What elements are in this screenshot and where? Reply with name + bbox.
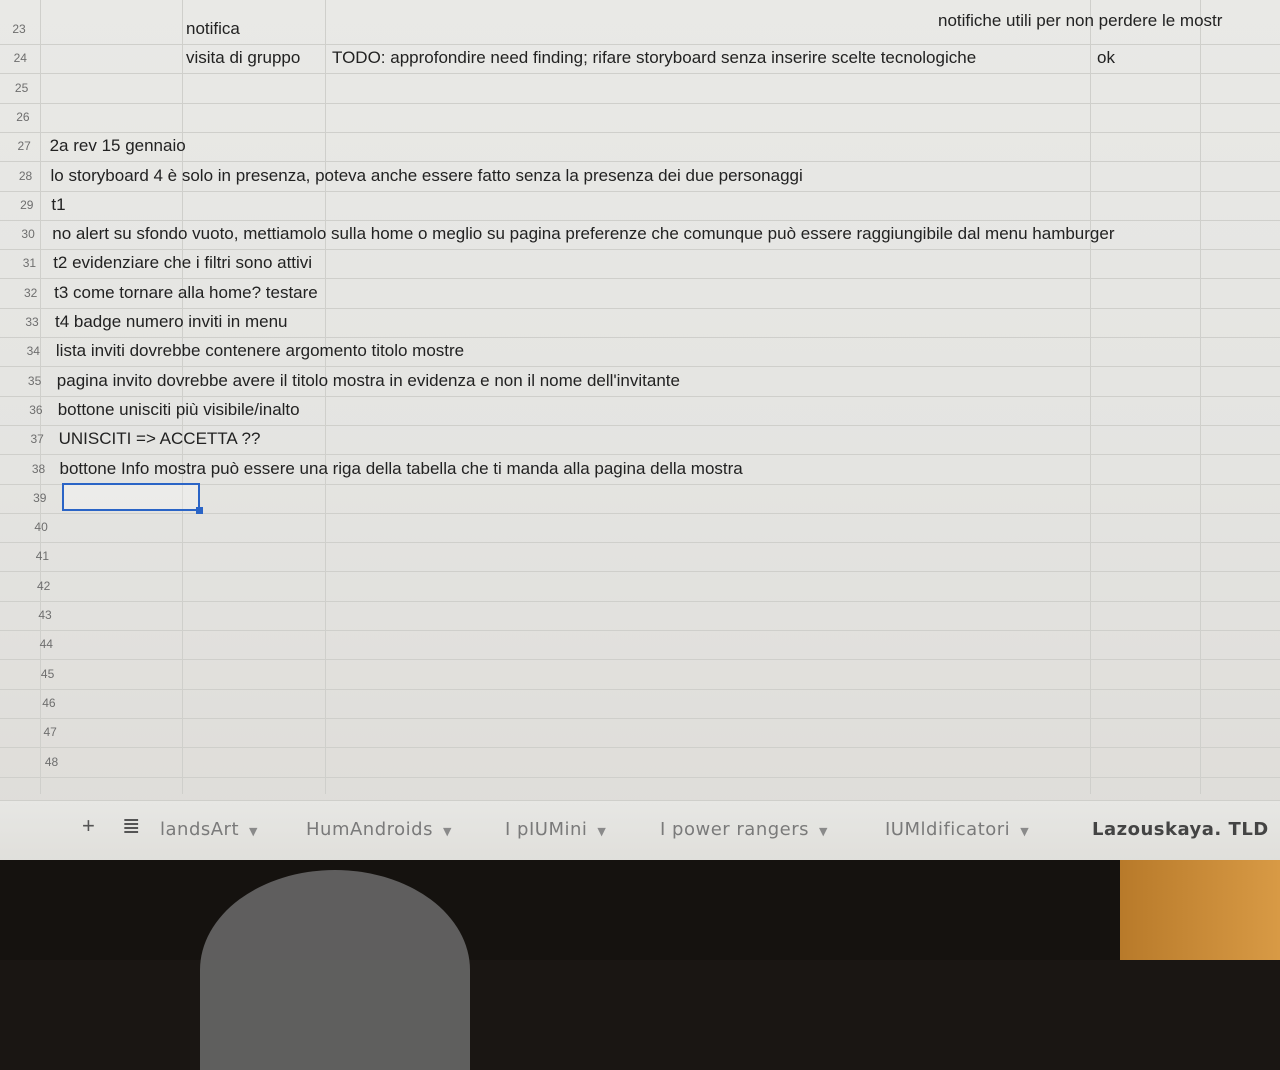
chevron-down-icon[interactable]: ▼ — [443, 825, 452, 838]
cell-text[interactable]: 2a rev 15 gennaio — [50, 131, 186, 161]
cell-text[interactable]: UNISCITI => ACCETTA ?? — [59, 424, 261, 454]
table-row: 37 UNISCITI => ACCETTA ?? — [0, 424, 1280, 456]
table-row: 40 — [0, 512, 1280, 544]
table-row: 33 t4 badge numero inviti in menu — [0, 307, 1280, 338]
cell-text[interactable]: t4 badge numero inviti in menu — [55, 307, 287, 337]
sheet-tab-label: IUMldificatori — [885, 819, 1011, 840]
table-row: 27 2a rev 15 gennaio — [0, 131, 1280, 163]
table-row: 23 notifica notifiche utili per non perder… — [0, 11, 1280, 45]
cell-text[interactable]: notifica — [186, 14, 240, 44]
table-row: 24 visita di gruppo TODO: approfondire nee… — [0, 43, 1280, 75]
desk-surface — [1120, 860, 1280, 960]
row-number[interactable]: 44 — [29, 629, 63, 659]
all-sheets-list-button[interactable]: ≣ — [122, 813, 140, 839]
table-row: 44 — [0, 629, 1280, 661]
cell-text[interactable]: ok — [1097, 43, 1115, 73]
table-row: 31 t2 evidenziare che i filtri sono attiv… — [0, 248, 1280, 280]
cell-text[interactable]: visita di gruppo — [186, 43, 300, 73]
sheet-tab-landsart[interactable]: landsArt ▼ — [160, 819, 258, 840]
cell-text[interactable]: bottone Info mostra può essere una riga … — [60, 454, 743, 484]
table-row: 48 — [0, 747, 1280, 778]
sheet-tab-bar: + ≣ landsArt ▼ HumAndroids ▼ I pIUMini ▼ I … — [0, 800, 1280, 860]
row-number[interactable]: 43 — [28, 600, 62, 630]
cell-text[interactable]: pagina invito dovrebbe avere il titolo m… — [57, 366, 680, 396]
sheet-tab-label: HumAndroids — [306, 819, 433, 840]
sheet-tab-label: I power rangers — [660, 819, 810, 840]
row-number[interactable]: 37 — [20, 424, 54, 454]
table-row: 47 — [0, 717, 1280, 749]
cell-text[interactable]: t2 evidenziare che i filtri sono attivi — [53, 248, 312, 278]
row-number[interactable]: 47 — [33, 717, 67, 747]
row-number[interactable]: 32 — [14, 278, 48, 308]
row-number[interactable]: 28 — [9, 161, 43, 191]
selected-cell[interactable] — [62, 482, 203, 514]
sheet-tab-iplumini[interactable]: I pIUMini ▼ — [505, 819, 606, 840]
table-row: 25 — [0, 73, 1280, 104]
chevron-down-icon[interactable]: ▼ — [819, 825, 828, 838]
table-row: 36 bottone unisciti più visibile/inalto — [0, 395, 1280, 426]
row-number[interactable]: 33 — [15, 307, 49, 337]
cell-text[interactable]: TODO: approfondire need finding; rifare … — [332, 43, 976, 73]
sheet-tab-humandroids[interactable]: HumAndroids ▼ — [306, 819, 452, 840]
sheet-grid: 23 notifica notifiche utili per non perder… — [0, 0, 1280, 794]
cell-text[interactable]: t1 — [51, 190, 65, 220]
chevron-down-icon[interactable]: ▼ — [597, 825, 606, 838]
row-number[interactable]: 46 — [32, 688, 66, 718]
add-sheet-button[interactable]: + — [82, 813, 95, 839]
row-number[interactable]: 34 — [16, 336, 50, 366]
cell-text[interactable]: bottone unisciti più visibile/inalto — [58, 395, 300, 425]
sheet-tab-iumldificatori[interactable]: IUMldificatori ▼ — [885, 819, 1029, 840]
chevron-down-icon[interactable]: ▼ — [1020, 825, 1029, 838]
sheet-tab-label: landsArt — [160, 819, 240, 840]
row-number[interactable]: 26 — [6, 102, 40, 132]
chevron-down-icon[interactable]: ▼ — [249, 825, 258, 838]
table-row: 38 bottone Info mostra può essere una rig… — [0, 454, 1280, 485]
table-row: 41 — [0, 541, 1280, 573]
table-row: 34 lista inviti dovrebbe contenere argome… — [0, 336, 1280, 368]
laptop-logo-shape — [200, 870, 470, 1070]
row-number[interactable]: 36 — [19, 395, 53, 425]
row-number[interactable]: 29 — [10, 190, 44, 220]
row-number[interactable]: 30 — [11, 219, 45, 249]
table-row: 30 no alert su sfondo vuoto, mettiamolo s… — [0, 219, 1280, 251]
table-row: 29 t1 — [0, 190, 1280, 221]
table-row: 35 pagina invito dovrebbe avere il titolo… — [0, 366, 1280, 397]
row-number[interactable]: 40 — [24, 512, 58, 542]
row-number[interactable]: 31 — [12, 248, 46, 278]
row-number[interactable]: 45 — [31, 659, 65, 689]
row-number[interactable]: 41 — [25, 541, 59, 571]
row-number[interactable]: 27 — [7, 131, 41, 161]
cell-text[interactable]: lo storyboard 4 è solo in presenza, pote… — [51, 161, 803, 191]
row-number[interactable]: 25 — [5, 73, 39, 103]
table-row: 42 — [0, 571, 1280, 602]
row-number[interactable]: 48 — [35, 747, 69, 777]
cell-text[interactable]: t3 come tornare alla home? testare — [54, 278, 318, 308]
cell-text[interactable]: no alert su sfondo vuoto, mettiamolo sul… — [52, 219, 1114, 249]
table-row: 39 — [0, 482, 1280, 514]
desk-background — [0, 860, 1280, 960]
table-row: 28 lo storyboard 4 è solo in presenza, po… — [0, 161, 1280, 192]
table-row: 43 — [0, 600, 1280, 631]
cell-text[interactable]: notifiche utili per non perdere le mostr — [938, 6, 1222, 36]
table-row: 45 — [0, 659, 1280, 690]
cell-text[interactable]: lista inviti dovrebbe contenere argoment… — [56, 336, 464, 366]
row-number[interactable]: 24 — [3, 43, 37, 73]
row-number[interactable]: 42 — [27, 571, 61, 601]
table-row: 26 — [0, 102, 1280, 133]
row-number[interactable]: 39 — [23, 483, 57, 513]
row-number[interactable]: 38 — [22, 454, 56, 484]
spreadsheet-window: 23 notifica notifiche utili per non perder… — [0, 0, 1280, 860]
sheet-tab-power-rangers[interactable]: I power rangers ▼ — [660, 819, 828, 840]
table-row: 46 — [0, 688, 1280, 719]
row-number[interactable]: 35 — [18, 366, 52, 396]
sheet-tab-label: I pIUMini — [505, 819, 588, 840]
table-row: 32 t3 come tornare alla home? testare — [0, 278, 1280, 309]
row-number[interactable]: 23 — [2, 14, 36, 44]
sheet-tab-lazouskaya[interactable]: Lazouskaya. TLD — [1092, 819, 1269, 840]
